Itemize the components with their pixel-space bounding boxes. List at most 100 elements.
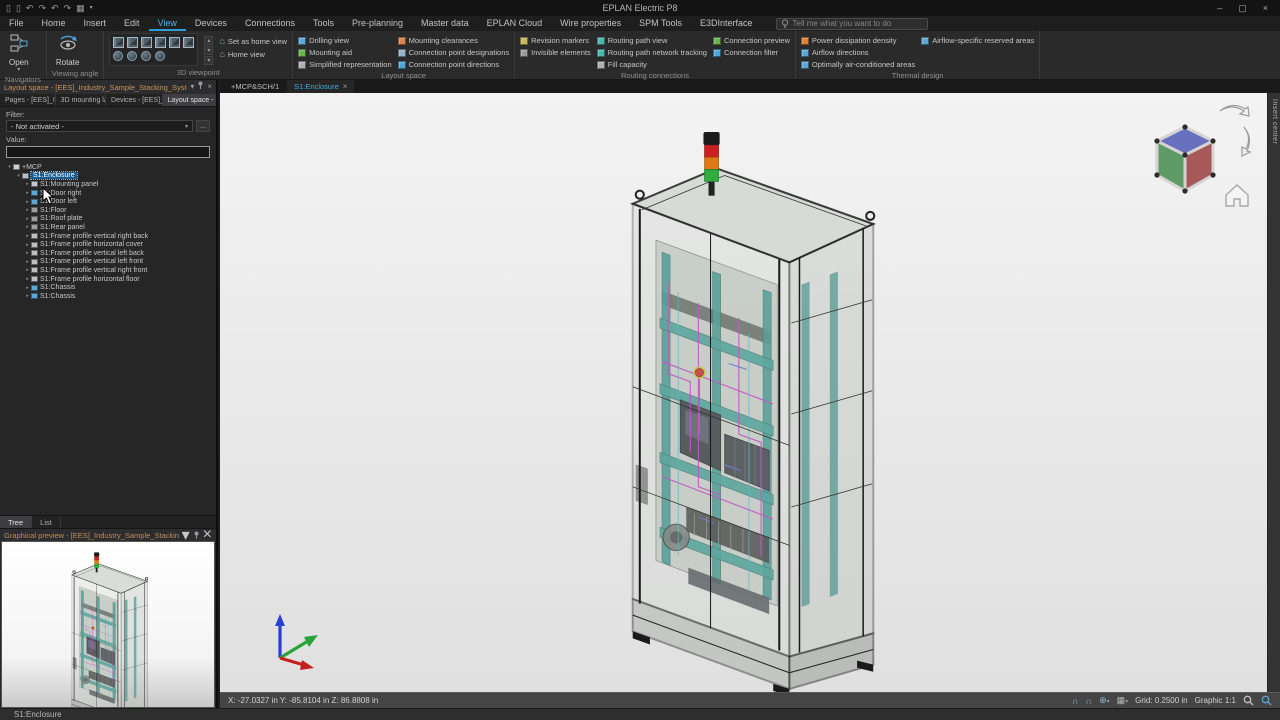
viewpoint-cube-icon[interactable]	[169, 37, 180, 48]
close-icon[interactable]: ×	[207, 81, 212, 93]
tree-item-s1-door-right[interactable]: ▸S1:Door right	[0, 189, 216, 198]
dock-tab-3d-mounting-lay[interactable]: 3D mounting lay...	[56, 94, 106, 106]
menu-master-data[interactable]: Master data	[412, 16, 478, 31]
menu-connections[interactable]: Connections	[236, 16, 304, 31]
menu-devices[interactable]: Devices	[186, 16, 236, 31]
snap-icon[interactable]: ∩	[1072, 694, 1078, 708]
snap-active-icon[interactable]: ∩	[1086, 694, 1092, 708]
open-page-icon[interactable]: ▯	[16, 1, 21, 15]
customize-caret-icon[interactable]: ▾	[90, 1, 93, 15]
tab-list[interactable]: List	[32, 516, 61, 528]
tree-expander-icon[interactable]: ▸	[24, 293, 31, 299]
tree-expander-icon[interactable]: ▸	[24, 207, 31, 213]
tree-item-s1-mounting-panel[interactable]: ▸S1:Mounting panel	[0, 180, 216, 189]
airflow-specific-reserved-areas-button[interactable]: Airflow-specific reserved areas	[921, 35, 1034, 46]
menu-insert[interactable]: Insert	[75, 16, 116, 31]
grid-display-icon[interactable]: ▦▾	[1117, 693, 1129, 709]
undo-list-icon[interactable]: ↶	[51, 1, 59, 15]
simplified-representation-button[interactable]: Simplified representation	[298, 59, 392, 70]
menu-e3dinterface[interactable]: E3DInterface	[691, 16, 762, 31]
tree-expander-icon[interactable]: ▸	[24, 190, 31, 196]
scroll-caret-icon[interactable]: ▾	[204, 56, 213, 65]
redo-icon[interactable]: ↷	[38, 1, 46, 15]
zoom-window-icon[interactable]	[1243, 695, 1254, 706]
menu-tools[interactable]: Tools	[304, 16, 343, 31]
viewpoint-cube-icon[interactable]	[155, 37, 166, 48]
dropdown-caret-icon[interactable]: ▾	[190, 81, 194, 93]
viewpoint-sphere-icon[interactable]	[113, 51, 123, 61]
set-as-home-view-button[interactable]: ⌂Set as home view	[219, 36, 287, 47]
tree-expander-icon[interactable]: ▸	[24, 285, 31, 291]
optimally-air-conditioned-areas-button[interactable]: Optimally air-conditioned areas	[801, 59, 915, 70]
open-button[interactable]: Open▾	[5, 33, 33, 74]
filter-more-button[interactable]: ...	[196, 120, 210, 132]
tree-expander-icon[interactable]: ▸	[24, 267, 31, 273]
tree-expander-icon[interactable]: ▾	[6, 164, 13, 170]
tree-item-s1-frame-profile-horizontal-cover[interactable]: ▸S1:Frame profile horizontal cover	[0, 240, 216, 249]
tree-expander-icon[interactable]: ▸	[24, 242, 31, 248]
tree-item-s1-frame-profile-horizontal-floor[interactable]: ▸S1:Frame profile horizontal floor	[0, 275, 216, 284]
rotate-button[interactable]: Rotate	[52, 33, 84, 68]
routing-path-view-button[interactable]: Routing path view	[597, 35, 707, 46]
viewpoint-cube-icon[interactable]	[127, 37, 138, 48]
close-icon[interactable]: ×	[343, 82, 348, 91]
home-view-button[interactable]: ⌂Home view	[219, 49, 287, 60]
menu-wire-properties[interactable]: Wire properties	[551, 16, 630, 31]
mounting-clearances-button[interactable]: Mounting clearances	[398, 35, 510, 46]
menu-file[interactable]: File	[0, 16, 33, 31]
routing-path-network-tracking-button[interactable]: Routing path network tracking	[597, 47, 707, 58]
tree-expander-icon[interactable]: ▸	[24, 224, 31, 230]
menu-eplan-cloud[interactable]: EPLAN Cloud	[478, 16, 552, 31]
tree-item-s1-frame-profile-vertical-right-front[interactable]: ▸S1:Frame profile vertical right front	[0, 266, 216, 275]
pin-icon[interactable]	[197, 81, 204, 93]
viewpoint-sphere-icon[interactable]	[141, 51, 151, 61]
tree-expander-icon[interactable]: ▸	[24, 276, 31, 282]
menu-home[interactable]: Home	[33, 16, 75, 31]
dock-tab-layout-space-e[interactable]: Layout space - [E...	[163, 94, 216, 106]
connection-filter-button[interactable]: Connection filter	[713, 47, 790, 58]
viewpoint-sphere-icon[interactable]	[155, 51, 165, 61]
tree-item-s1-roof-plate[interactable]: ▸S1:Roof plate	[0, 215, 216, 224]
graphical-preview[interactable]	[1, 541, 215, 708]
document-tab-mcp-sch-1[interactable]: +MCP&SCH/1	[224, 80, 286, 93]
view-cube[interactable]	[1140, 99, 1260, 214]
scroll-caret-icon[interactable]: ▾	[204, 46, 213, 55]
tree-expander-icon[interactable]: ▸	[24, 233, 31, 239]
tree-item-s1-frame-profile-vertical-right-back[interactable]: ▸S1:Frame profile vertical right back	[0, 232, 216, 241]
tree-item-s1-chassis[interactable]: ▸S1:Chassis	[0, 283, 216, 292]
filter-dropdown[interactable]: - Not activated - ▾	[6, 120, 193, 132]
tree-item-s1-rear-panel[interactable]: ▸S1:Rear panel	[0, 223, 216, 232]
dock-tab-pages-ees-ind[interactable]: Pages - [EES]_Ind...	[0, 94, 56, 106]
tree-expander-icon[interactable]: ▸	[24, 259, 31, 265]
tree-expander-icon[interactable]: ▸	[24, 181, 31, 187]
viewpoint-cube-icon[interactable]	[113, 37, 124, 48]
graphic-scale[interactable]: Graphic 1:1	[1195, 696, 1236, 705]
tree-item-s1-frame-profile-vertical-left-back[interactable]: ▸S1:Frame profile vertical left back	[0, 249, 216, 258]
viewpoint-sphere-icon[interactable]	[127, 51, 137, 61]
tree-item-s1-chassis[interactable]: ▸S1:Chassis	[0, 292, 216, 301]
search-box[interactable]: Tell me what you want to do	[776, 18, 928, 30]
tree-item-s1-floor[interactable]: ▸S1:Floor	[0, 206, 216, 215]
zoom-selection-icon[interactable]	[1261, 695, 1272, 706]
new-page-icon[interactable]: ▯	[6, 1, 11, 15]
fill-capacity-button[interactable]: Fill capacity	[597, 59, 707, 70]
grid-setting[interactable]: Grid: 0.2500 in	[1135, 696, 1187, 705]
scroll-caret-icon[interactable]: ▴	[204, 36, 213, 45]
connection-point-directions-button[interactable]: Connection point directions	[398, 59, 510, 70]
menu-pre-planning[interactable]: Pre-planning	[343, 16, 412, 31]
connection-point-designations-button[interactable]: Connection point designations	[398, 47, 510, 58]
invisible-elements-button[interactable]: Invisible elements	[520, 47, 591, 58]
value-input[interactable]	[6, 146, 210, 158]
insert-center-collapsed-panel[interactable]: Insert center	[1267, 93, 1280, 692]
close-button[interactable]: ×	[1263, 3, 1268, 14]
globe-icon[interactable]: ⊕▾	[1099, 693, 1110, 709]
tree-expander-icon[interactable]: ▸	[24, 216, 31, 222]
tree-item-mcp[interactable]: ▾+MCP	[0, 163, 216, 172]
tree-expander-icon[interactable]: ▸	[24, 250, 31, 256]
connection-preview-button[interactable]: Connection preview	[713, 35, 790, 46]
layout-space-3d-canvas[interactable]: Insert center	[220, 93, 1280, 692]
tree-expander-icon[interactable]: ▸	[24, 199, 31, 205]
menu-spm-tools[interactable]: SPM Tools	[630, 16, 691, 31]
menu-edit[interactable]: Edit	[115, 16, 149, 31]
mounting-aid-button[interactable]: Mounting aid	[298, 47, 392, 58]
